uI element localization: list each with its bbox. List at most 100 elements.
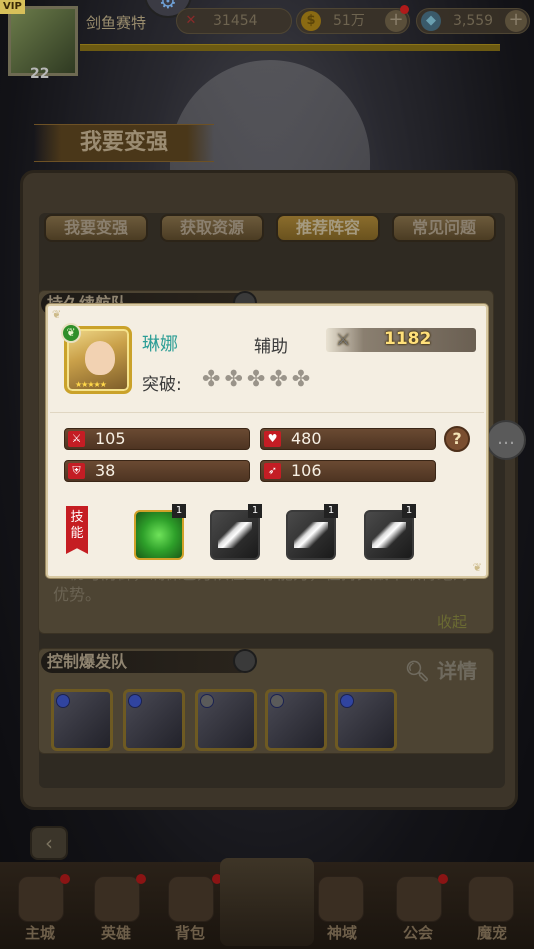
team-emblem-icon	[233, 649, 257, 673]
page-title-ribbon: 我要变强	[34, 124, 214, 162]
wind-skill-icon[interactable]: 1	[286, 504, 338, 560]
breakthrough-clover-icon: ✤	[246, 367, 266, 392]
skill-label-tag: 技能	[66, 506, 88, 554]
notification-dot	[60, 874, 70, 884]
magnifier-icon: 🔍︎	[404, 659, 431, 683]
gold-notification-dot	[400, 5, 409, 14]
back-button[interactable]: ‹	[30, 826, 68, 860]
detail-button[interactable]: 🔍︎ 详情	[405, 655, 477, 684]
team-name-control-burst: 控制爆发队	[41, 649, 257, 673]
boot-icon: ➶	[264, 463, 281, 479]
pet-icon[interactable]	[468, 876, 514, 922]
hero-portrait: ❦ ★★★★★	[61, 323, 132, 394]
element-gem-icon	[200, 694, 214, 708]
top-bar: VIP 22 剑鱼赛特 ⚙ ✕ 31454 $ 51万 + ◆ 3,559 +	[0, 0, 534, 82]
nav-pet[interactable]: 魔宠	[462, 922, 522, 943]
nav-main-city[interactable]: 主城	[10, 922, 70, 943]
slash-skill-icon[interactable]: 1	[210, 504, 262, 560]
star-rating-icon: ★★★★★	[75, 380, 107, 389]
nav-guild[interactable]: 公会	[388, 922, 448, 943]
lineup-hero-slot[interactable]	[265, 689, 327, 751]
divider	[50, 412, 484, 413]
team-name-text: 控制爆发队	[47, 652, 128, 671]
lineup-hero-slot[interactable]	[335, 689, 397, 751]
skill-level-badge: 1	[324, 504, 338, 518]
breakthrough-slots: ✤ ✤ ✤ ✤ ✤	[202, 368, 310, 392]
chat-bubble-icon[interactable]: …	[486, 420, 526, 460]
vip-badge: VIP	[0, 0, 25, 14]
skill-art	[372, 522, 406, 548]
hero-name: 琳娜	[142, 334, 178, 355]
guild-icon[interactable]	[396, 876, 442, 922]
breakthrough-clover-icon: ✤	[202, 367, 221, 392]
speed-value: 106	[291, 461, 322, 480]
tab-faq[interactable]: 常见问题	[392, 214, 496, 242]
back-arrow-icon: ‹	[45, 831, 53, 855]
breakthrough-clover-icon: ✤	[269, 367, 288, 392]
gold-coin-icon: $	[301, 11, 321, 31]
defense-stat: ⛨ 38	[64, 460, 250, 482]
defense-value: 38	[95, 461, 116, 480]
backpack-icon[interactable]	[168, 876, 214, 922]
diamond-resource: ◆ 3,559 +	[416, 8, 530, 34]
skill-level-badge: 1	[248, 504, 262, 518]
player-name: 剑鱼赛特	[86, 14, 147, 32]
element-gem-icon	[340, 694, 354, 708]
stamina-value: 31454	[213, 13, 258, 29]
attack-value: 105	[95, 429, 126, 448]
collapse-button[interactable]: 收起	[437, 611, 467, 632]
notification-dot	[136, 874, 146, 884]
breakthrough-label: 突破:	[142, 375, 182, 395]
lineup-hero-slot[interactable]	[195, 689, 257, 751]
hero-role: 辅助	[254, 337, 288, 357]
breakthrough-clover-icon: ✤	[291, 367, 311, 392]
heart-icon: ♥	[264, 431, 281, 447]
nav-backpack[interactable]: 背包	[160, 922, 220, 943]
stamina-resource: ✕ 31454	[176, 8, 292, 34]
element-gem-icon	[128, 694, 142, 708]
adventure-crossed-swords-icon[interactable]	[220, 858, 314, 946]
speed-stat: ➶ 106	[260, 460, 436, 482]
nature-element-icon: ❦	[61, 323, 81, 343]
corner-ornament: ❦	[472, 561, 482, 574]
page-title: 我要变强	[79, 130, 168, 155]
team-card-control-burst: 控制爆发队 🔍︎ 详情	[38, 648, 494, 754]
tab-get-stronger[interactable]: 我要变强	[44, 214, 148, 242]
hp-value: 480	[291, 429, 322, 448]
detail-label: 详情	[437, 659, 477, 683]
main-city-icon[interactable]	[18, 876, 64, 922]
arrow-skill-icon[interactable]: 1	[364, 504, 416, 560]
diamond-icon: ◆	[421, 11, 441, 31]
nature-skill-icon[interactable]: 1	[134, 504, 186, 560]
gold-value: 51万	[333, 13, 365, 29]
hero-icon[interactable]	[94, 876, 140, 922]
skill-level-badge: 1	[172, 504, 186, 518]
nav-hero[interactable]: 英雄	[86, 922, 146, 943]
element-gem-icon	[270, 694, 284, 708]
hero-face	[85, 341, 115, 375]
tab-recommended-lineup[interactable]: 推荐阵容	[276, 214, 380, 242]
skill-art	[218, 522, 252, 548]
breakthrough-clover-icon: ✤	[224, 367, 243, 392]
attack-stat: ⚔ 105	[64, 428, 250, 450]
combat-power-value: 1182	[384, 329, 432, 349]
shield-icon: ⛨	[68, 463, 85, 479]
attack-sword-icon: ⚔	[68, 431, 85, 447]
diamond-value: 3,559	[453, 13, 494, 29]
player-level: 22	[30, 66, 50, 82]
stats-help-button[interactable]: ?	[444, 426, 470, 452]
skill-level-badge: 1	[402, 504, 416, 518]
lineup-hero-slot[interactable]	[123, 689, 185, 751]
corner-ornament: ❦	[52, 308, 62, 321]
notification-dot	[438, 874, 448, 884]
add-diamond-button[interactable]: +	[505, 10, 527, 32]
crossed-swords-icon: ⚔	[336, 330, 351, 349]
nav-divine-realm[interactable]: 神域	[312, 922, 372, 943]
gold-resource: $ 51万 +	[296, 5, 410, 34]
divine-realm-icon[interactable]	[318, 876, 364, 922]
lineup-hero-slot[interactable]	[51, 689, 113, 751]
stamina-icon: ✕	[185, 13, 197, 28]
hero-info-popup: ❦ ❦ ❦ ★★★★★ 琳娜 辅助 ⚔ 1182 突破: ✤ ✤ ✤ ✤ ✤ ⚔…	[46, 304, 488, 578]
tab-get-resources[interactable]: 获取资源	[160, 214, 264, 242]
tab-bar: 我要变强 获取资源 推荐阵容 常见问题	[44, 214, 496, 242]
